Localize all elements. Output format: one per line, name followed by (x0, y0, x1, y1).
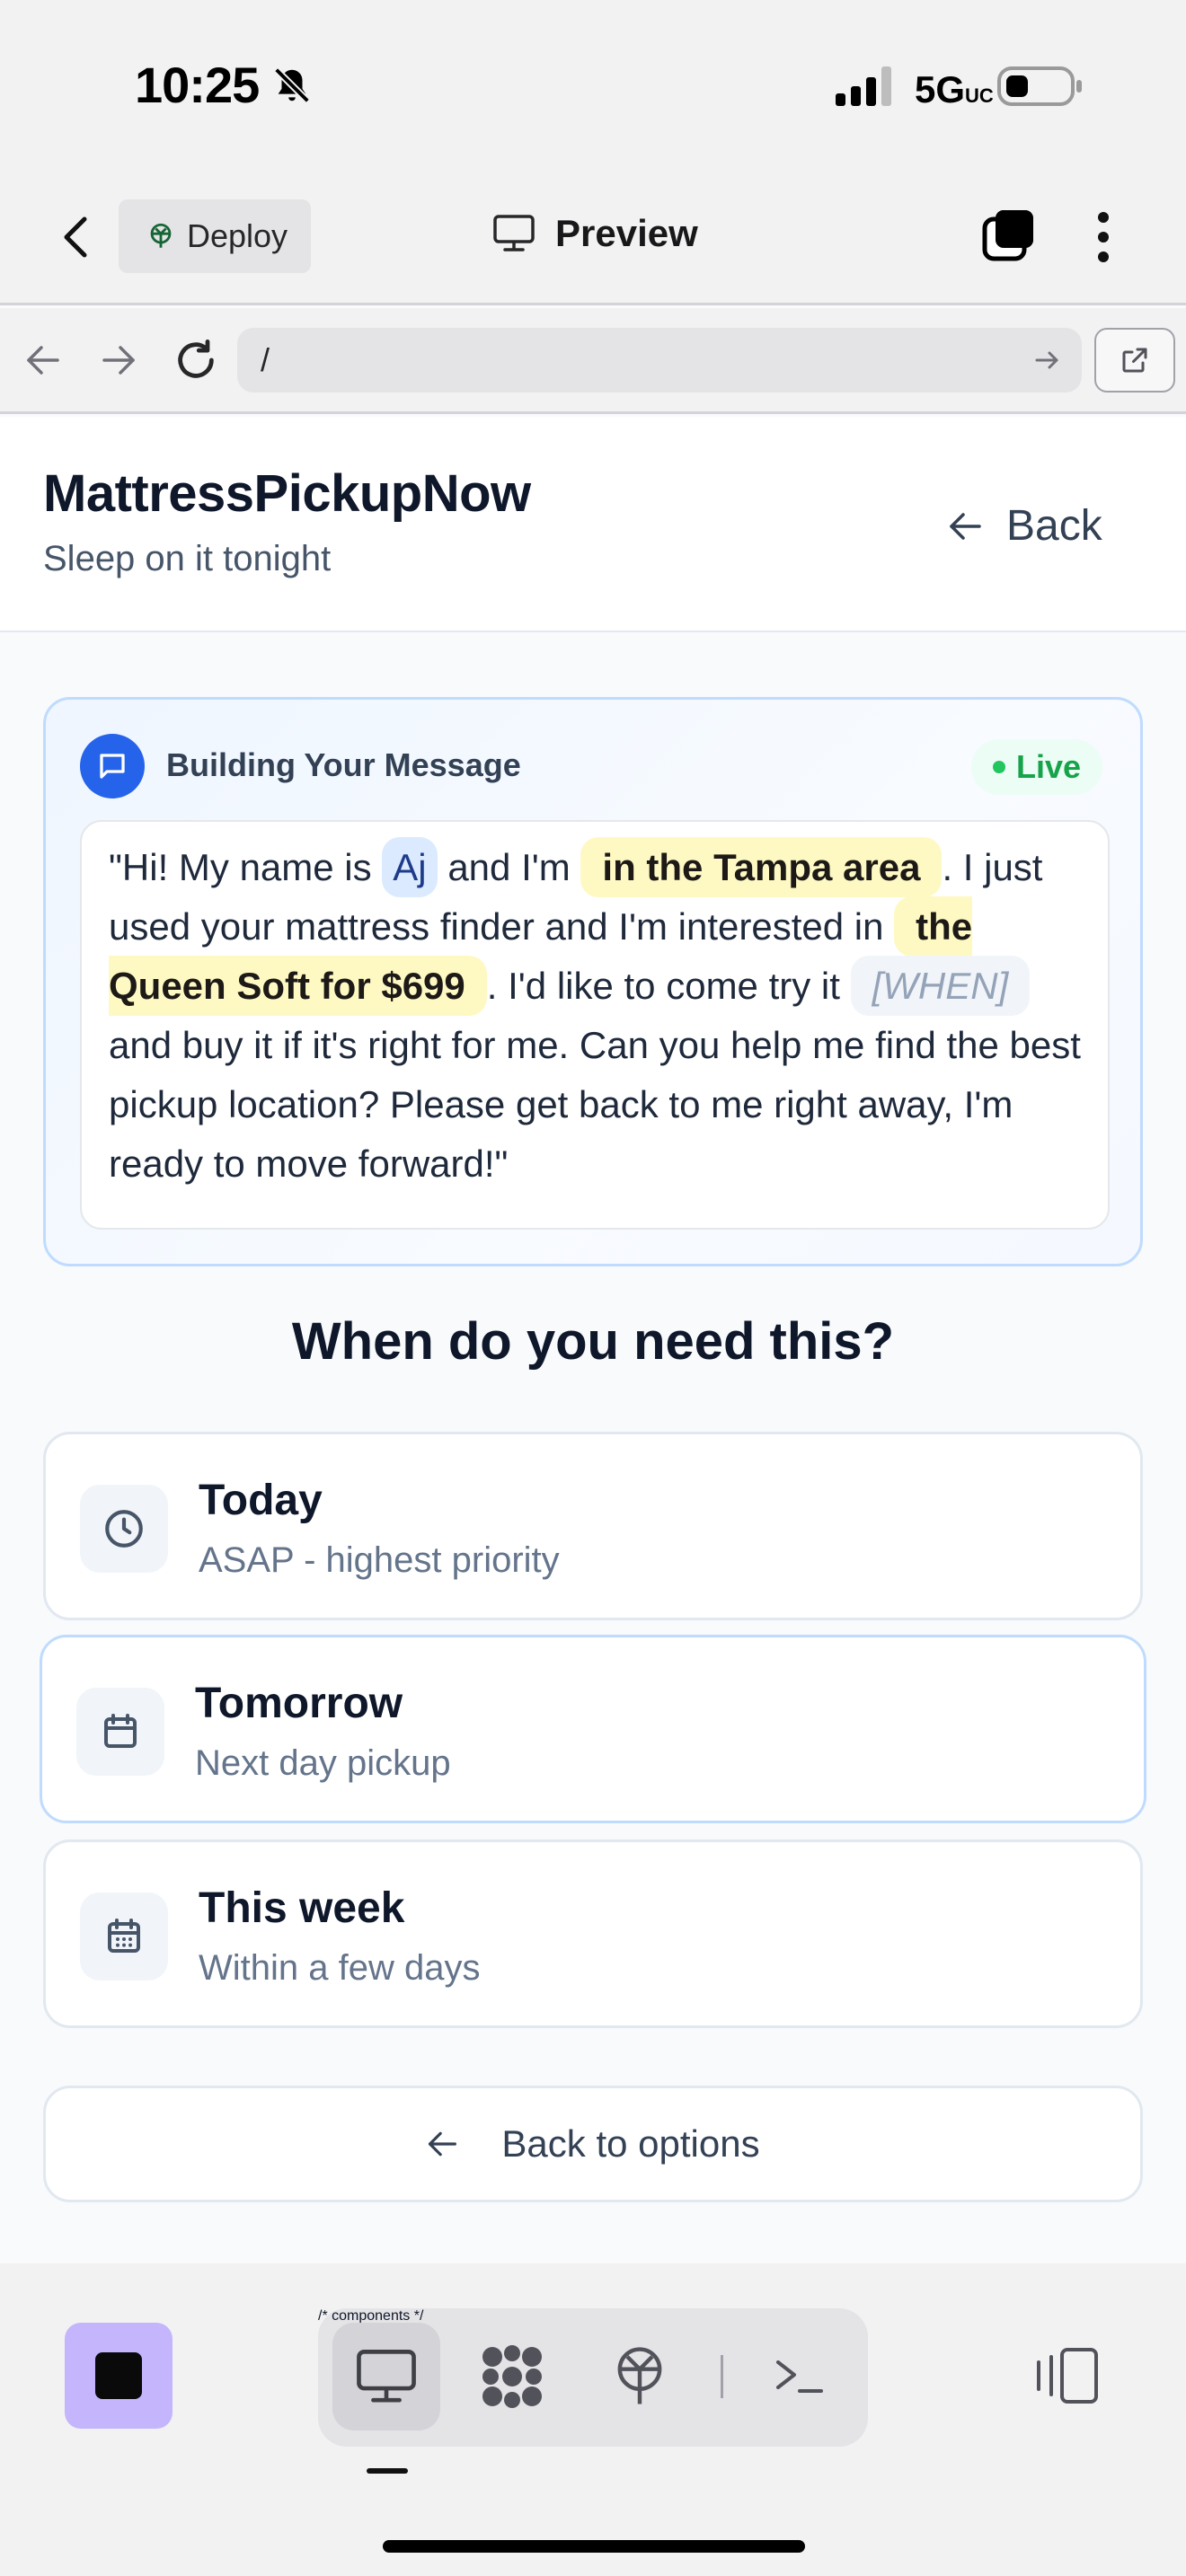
external-link-icon (1119, 344, 1151, 376)
message-builder-card: Building Your Message Live "Hi! My name … (43, 697, 1143, 1266)
view-switcher: /* components */ (318, 2308, 868, 2447)
desktop-view-button[interactable] (332, 2323, 440, 2430)
message-square-icon (80, 734, 145, 798)
deploy-tree-icon (609, 2344, 670, 2409)
back-button[interactable]: Back (947, 501, 1102, 551)
brand-title: MattressPickupNow (43, 464, 531, 523)
question-heading: When do you need this? (291, 1312, 895, 1371)
terminal-button[interactable] (746, 2323, 854, 2430)
when-placeholder-chip: [WHEN] (850, 956, 1031, 1016)
message-text: and buy it if it's right for me. Can you… (109, 1024, 1081, 1185)
url-input[interactable]: / (237, 328, 1082, 393)
network-label: 5GUC (915, 68, 994, 110)
message-preview: "Hi! My name is Aj and I'm in the Tampa … (80, 820, 1110, 1230)
message-text: and I'm (437, 846, 581, 888)
signal-icon (836, 66, 893, 106)
preview-tab[interactable]: Preview (492, 212, 698, 255)
monitor-icon (355, 2348, 418, 2405)
app-toolbar: Deploy Preview (0, 171, 1186, 305)
components-icon (478, 2342, 546, 2411)
bottom-toolbar: /* components */ (0, 2263, 1186, 2576)
home-indicator (383, 2540, 805, 2553)
live-badge: Live (971, 739, 1103, 795)
back-label: Back (1006, 502, 1102, 550)
message-card-title: Building Your Message (166, 746, 521, 783)
message-text: "Hi! My name is (109, 846, 383, 888)
battery-icon (997, 65, 1084, 108)
deploy-icon (146, 221, 176, 251)
components-button[interactable] (458, 2323, 566, 2430)
location-chip: in the Tampa area (580, 837, 943, 897)
preview-label: Preview (555, 212, 698, 254)
name-chip: Aj (382, 837, 438, 897)
message-text: . I'd like to come try it (486, 965, 851, 1007)
bell-muted-icon (271, 65, 313, 106)
nav-back-icon[interactable] (23, 342, 63, 378)
monitor-icon (492, 214, 535, 253)
status-time: 10:25 (135, 57, 260, 113)
stop-button[interactable] (65, 2323, 173, 2429)
option-subtitle: ASAP - highest priority (199, 1540, 560, 1580)
active-tab-indicator (367, 2468, 408, 2474)
back-to-options-button[interactable]: Back to options (43, 2086, 1143, 2202)
calendar-icon (76, 1688, 164, 1776)
option-this-week[interactable]: This week Within a few days (43, 1839, 1143, 2028)
arrow-left-icon (947, 508, 983, 544)
option-title: Today (199, 1477, 323, 1524)
stop-icon (95, 2352, 142, 2399)
open-external-button[interactable] (1094, 328, 1175, 393)
option-title: Tomorrow (195, 1680, 403, 1727)
browser-url-bar: / (0, 308, 1186, 414)
deploy-label: Deploy (187, 217, 288, 254)
go-arrow-icon[interactable] (1033, 346, 1062, 375)
clock-icon (80, 1485, 168, 1573)
deploy-button[interactable]: Deploy (119, 199, 311, 273)
tabs-switcher-icon[interactable] (981, 207, 1037, 262)
option-tomorrow[interactable]: Tomorrow Next day pickup (40, 1635, 1146, 1823)
option-subtitle: Next day pickup (195, 1743, 451, 1783)
reload-icon[interactable] (173, 337, 219, 384)
url-value: / (261, 341, 270, 378)
terminal-icon (771, 2351, 828, 2402)
option-subtitle: Within a few days (199, 1948, 481, 1988)
brand-tagline: Sleep on it tonight (43, 539, 332, 578)
divider (721, 2355, 723, 2398)
panel-toggle-icon[interactable] (1033, 2346, 1102, 2405)
option-today[interactable]: Today ASAP - highest priority (43, 1432, 1143, 1620)
live-label: Live (1016, 748, 1082, 785)
option-title: This week (199, 1884, 405, 1932)
calendar-days-icon (80, 1892, 168, 1981)
arrow-left-icon (426, 2128, 458, 2160)
status-bar: 10:25 5GUC (0, 0, 1186, 171)
live-dot (993, 761, 1005, 773)
back-to-options-label: Back to options (501, 2122, 760, 2165)
more-vertical-icon[interactable] (1093, 208, 1114, 266)
nav-forward-icon[interactable] (99, 342, 138, 378)
deploy-view-button[interactable] (586, 2323, 694, 2430)
back-chevron-icon[interactable] (56, 210, 95, 264)
site-header: MattressPickupNow Sleep on it tonight Ba… (0, 417, 1186, 632)
